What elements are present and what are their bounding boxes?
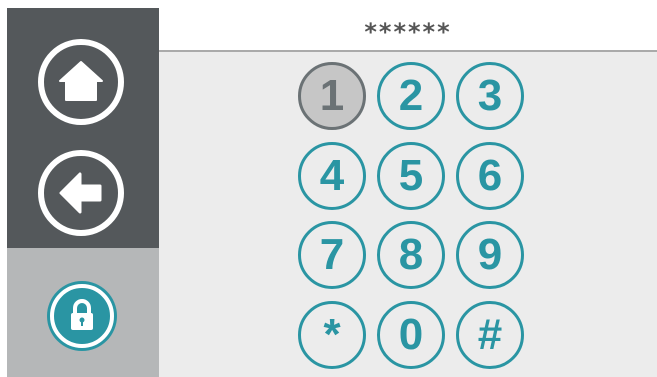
home-button[interactable]: [38, 39, 124, 125]
app-frame: ****** 1 2 3 4 5 6 7 8 9 * 0 #: [7, 8, 657, 377]
key-2-button[interactable]: 2: [377, 62, 445, 130]
key-3-button[interactable]: 3: [456, 62, 524, 130]
code-display: ******: [159, 8, 657, 52]
key-8-button[interactable]: 8: [377, 221, 445, 289]
back-button[interactable]: [38, 150, 124, 236]
lock-icon: [71, 299, 93, 330]
sidebar: [7, 8, 159, 377]
security-button[interactable]: [50, 284, 114, 348]
key-1-button[interactable]: 1: [298, 62, 366, 130]
home-icon: [59, 61, 103, 101]
back-arrow-icon: [59, 172, 102, 214]
key-star-button[interactable]: *: [298, 301, 366, 369]
key-5-button[interactable]: 5: [377, 142, 445, 210]
key-hash-button[interactable]: #: [456, 301, 524, 369]
key-9-button[interactable]: 9: [456, 221, 524, 289]
key-4-button[interactable]: 4: [298, 142, 366, 210]
key-0-button[interactable]: 0: [377, 301, 445, 369]
masked-code-text: ******: [364, 18, 452, 46]
key-6-button[interactable]: 6: [456, 142, 524, 210]
keypad-panel: ****** 1 2 3 4 5 6 7 8 9 * 0 #: [159, 8, 657, 377]
key-7-button[interactable]: 7: [298, 221, 366, 289]
